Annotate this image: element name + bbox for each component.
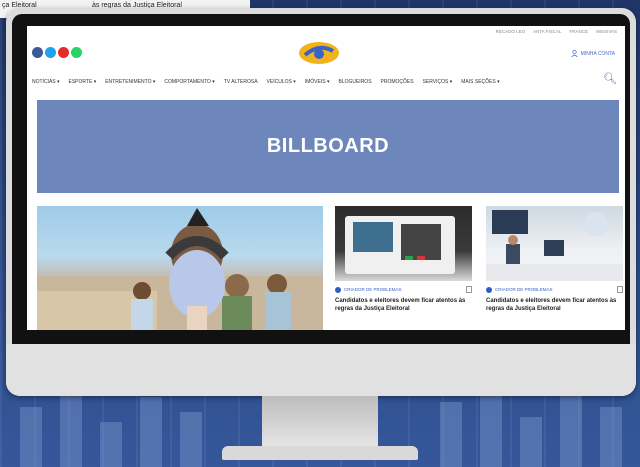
hero-image[interactable] [37, 206, 323, 330]
monitor-stand-base [222, 446, 418, 460]
user-icon [571, 50, 578, 57]
category-icon [486, 286, 492, 293]
website-screen: RECADO LEO ANTA FISCAL FRANCE MISSIVAS M… [27, 26, 625, 330]
nav-item[interactable]: VEÍCULOS ▾ [267, 79, 296, 85]
category-icon [335, 286, 341, 293]
search-icon[interactable]: 🔍︎ [603, 72, 617, 85]
site-logo[interactable] [297, 41, 341, 65]
youtube-icon[interactable] [58, 47, 69, 58]
nav-item[interactable]: MAIS SEÇÕES ▾ [461, 79, 499, 85]
monitor-stand-neck [262, 396, 378, 448]
card-category[interactable]: CRIADOR DE PROBLEMAS [344, 287, 402, 292]
main-nav: NOTÍCIAS ▾ ESPORTE ▾ ENTRETENIMENTO ▾ CO… [32, 76, 620, 88]
twitter-icon[interactable] [45, 47, 56, 58]
card-headline[interactable]: Candidatos e eleitores devem ficar atent… [335, 297, 472, 313]
monitor-chin [6, 344, 636, 396]
nav-item[interactable]: TV ALTEROSA [224, 79, 258, 85]
social-links [32, 47, 82, 58]
nav-item[interactable]: ENTRETENIMENTO ▾ [105, 79, 155, 85]
billboard-label: BILLBOARD [266, 135, 390, 157]
top-link[interactable]: RECADO LEO [496, 29, 526, 34]
top-links: RECADO LEO ANTA FISCAL FRANCE MISSIVAS [496, 29, 617, 34]
nav-item[interactable]: COMPORTAMENTO ▾ [164, 79, 214, 85]
news-card[interactable]: CRIADOR DE PROBLEMAS Candidatos e eleito… [335, 206, 472, 313]
card-image [335, 206, 472, 281]
top-link[interactable]: MISSIVAS [596, 29, 617, 34]
nav-item[interactable]: BLOGUEIROS [338, 79, 371, 85]
card-category[interactable]: CRIADOR DE PROBLEMAS [495, 287, 553, 292]
whatsapp-icon[interactable] [71, 47, 82, 58]
nav-item[interactable]: SERVIÇOS ▾ [423, 79, 453, 85]
news-card[interactable]: CRIADOR DE PROBLEMAS Candidatos e eleito… [486, 206, 623, 313]
card-headline[interactable]: Candidatos e eleitores devem ficar atent… [486, 297, 623, 313]
account-link[interactable]: MINHA CONTA [571, 50, 615, 57]
bookmark-icon[interactable] [617, 286, 623, 293]
card-meta: CRIADOR DE PROBLEMAS [486, 286, 623, 293]
office-image [486, 210, 623, 281]
billboard-ad[interactable]: BILLBOARD [37, 100, 619, 193]
facebook-icon[interactable] [32, 47, 43, 58]
nav-item[interactable]: PROMOÇÕES [381, 79, 414, 85]
top-link[interactable]: FRANCE [570, 29, 589, 34]
voting-machine-image [345, 216, 455, 274]
nav-item[interactable]: NOTÍCIAS ▾ [32, 79, 60, 85]
top-link[interactable]: ANTA FISCAL [533, 29, 561, 34]
bookmark-icon[interactable] [466, 286, 472, 293]
nav-item[interactable]: IMÓVEIS ▾ [305, 79, 330, 85]
nav-item[interactable]: ESPORTE ▾ [69, 79, 97, 85]
card-image [486, 206, 623, 281]
account-label: MINHA CONTA [580, 50, 615, 57]
hero-photo [37, 208, 323, 330]
card-meta: CRIADOR DE PROBLEMAS [335, 286, 472, 293]
